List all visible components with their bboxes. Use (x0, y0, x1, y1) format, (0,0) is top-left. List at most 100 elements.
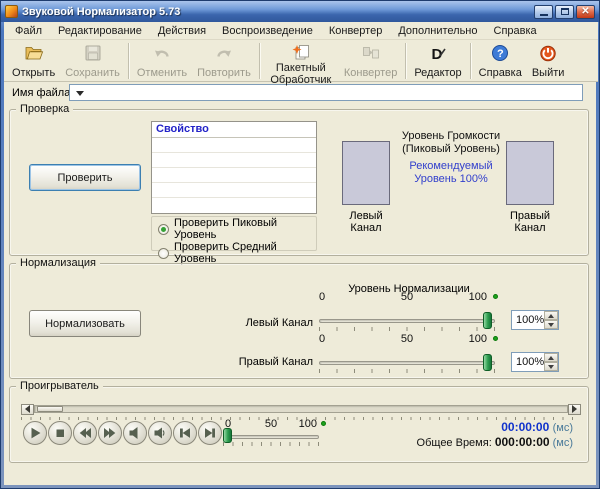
right-spin-up-button[interactable] (544, 353, 558, 362)
right-level-value[interactable]: 100% (512, 353, 544, 371)
total-time-unit: (мс) (552, 437, 573, 449)
toolbar-batch-processor-label: Пакетный Обработчик (270, 62, 332, 86)
stop-icon (56, 429, 64, 437)
play-button[interactable] (23, 421, 47, 445)
volume-slider-thumb[interactable] (223, 428, 232, 443)
check-button-label: Проверить (57, 171, 113, 184)
left-spin-up-button[interactable] (544, 311, 558, 320)
table-row[interactable] (152, 153, 316, 168)
volume-level-title: Уровень Громкости (Пиковый Уровень) (401, 130, 501, 155)
position-slider-thumb[interactable] (37, 406, 63, 412)
svg-text:?: ? (497, 48, 504, 60)
right-channel-meter (506, 141, 554, 205)
menu-converter[interactable]: Конвертер (321, 23, 390, 39)
left-spin-down-button[interactable] (544, 320, 558, 329)
toolbar-converter-button: Конвертер (339, 42, 402, 82)
right-level-slider-track[interactable] (319, 361, 495, 365)
scale-min: 0 (319, 333, 326, 345)
volume-up-button[interactable] (148, 421, 172, 445)
left-slider-scale: 0 50 100 (319, 291, 495, 303)
toolbar-help-button[interactable]: ? Справка (474, 42, 527, 82)
right-level-spinbox[interactable]: 100% (511, 352, 559, 372)
converter-icon (360, 43, 382, 63)
right-slider-ticks (319, 369, 496, 373)
rewind-icon (79, 427, 91, 439)
right-level-slider-thumb[interactable] (483, 354, 492, 371)
table-row[interactable] (152, 168, 316, 183)
seek-start-icon (180, 428, 190, 438)
toolbar-undo-label: Отменить (136, 67, 188, 80)
seek-start-button[interactable] (173, 421, 197, 445)
seek-end-button[interactable] (198, 421, 222, 445)
toolbar-open-button[interactable]: Открыть (7, 42, 60, 82)
close-button[interactable]: ✕ (576, 4, 595, 19)
scale-mid: 50 (264, 418, 278, 430)
scale-mid: 50 (400, 333, 414, 345)
help-icon: ? (489, 43, 511, 63)
filename-label: Имя файла: (12, 87, 74, 99)
forward-button[interactable] (98, 421, 122, 445)
position-slider-track[interactable] (34, 405, 568, 413)
rewind-button[interactable] (73, 421, 97, 445)
scale-max: 100 (468, 291, 487, 303)
current-time: 00:00:00 (мс) (501, 420, 573, 434)
left-level-slider-track[interactable] (319, 319, 495, 323)
position-left-arrow-button[interactable] (21, 403, 34, 415)
save-icon (82, 43, 104, 63)
radio-button-checked-icon (158, 223, 169, 235)
position-right-arrow-button[interactable] (568, 403, 581, 415)
scale-end-dot (493, 294, 498, 299)
toolbar-exit-button[interactable]: Выйти (527, 42, 570, 82)
dropdown-arrow-icon[interactable] (76, 91, 84, 100)
volume-slider-track[interactable] (223, 435, 319, 439)
left-level-slider-thumb[interactable] (483, 312, 492, 329)
table-row[interactable] (152, 183, 316, 198)
volume-down-button[interactable] (123, 421, 147, 445)
up-arrow-icon (548, 353, 555, 360)
right-spin-down-button[interactable] (544, 362, 558, 371)
total-time-value: 000:00:00 (494, 435, 550, 449)
left-arrow-icon (21, 405, 30, 413)
normalize-button-label: Нормализовать (45, 317, 125, 330)
normalize-right-channel-label: Правый Канал (238, 356, 313, 368)
left-level-spinbox[interactable]: 100% (511, 310, 559, 330)
left-level-value[interactable]: 100% (512, 311, 544, 329)
check-group-title: Проверка (16, 103, 74, 115)
menu-actions[interactable]: Действия (150, 23, 214, 39)
toolbar-redo-button: Повторить (192, 42, 256, 82)
volume-down-icon (129, 427, 138, 439)
toolbar-separator (258, 43, 260, 79)
batch-processor-icon (290, 43, 312, 63)
radio-mean-level[interactable]: Проверить Средний Уровень (158, 241, 316, 265)
normalization-group-title: Нормализация (16, 257, 100, 269)
toolbar-separator (469, 43, 471, 79)
menu-file[interactable]: Файл (7, 23, 50, 39)
stop-button[interactable] (48, 421, 72, 445)
scale-end-dot (493, 336, 498, 341)
check-button[interactable]: Проверить (29, 164, 141, 191)
menu-help[interactable]: Справка (486, 23, 545, 39)
toolbar-batch-processor-button[interactable]: Пакетный Обработчик (263, 42, 339, 85)
titlebar: Звуковой Нормализатор 5.73 ✕ (1, 1, 599, 22)
menu-edit[interactable]: Редактирование (50, 23, 150, 39)
radio-mean-label: Проверить Средний Уровень (174, 241, 277, 265)
toolbar-redo-label: Повторить (197, 67, 251, 80)
radio-button-icon (158, 247, 169, 259)
toolbar-undo-button: Отменить (132, 42, 192, 82)
maximize-button[interactable] (555, 4, 574, 19)
right-slider-scale: 0 50 100 (319, 333, 495, 345)
radio-peak-level[interactable]: Проверить Пиковый Уровень (158, 217, 316, 241)
property-table-header: Свойство (152, 122, 316, 138)
volume-level-caption: Уровень Громкости (Пиковый Уровень) Реко… (393, 130, 509, 186)
scale-mid: 50 (400, 291, 414, 303)
minimize-button[interactable] (534, 4, 553, 19)
filename-combobox[interactable] (69, 84, 583, 101)
table-row[interactable] (152, 198, 316, 213)
menu-playback[interactable]: Воспроизведение (214, 23, 321, 39)
toolbar-editor-button[interactable]: D Редактор (409, 42, 466, 82)
normalize-button[interactable]: Нормализовать (29, 310, 141, 337)
seek-end-icon (205, 428, 215, 438)
menu-extra[interactable]: Дополнительно (390, 23, 485, 39)
table-row[interactable] (152, 138, 316, 153)
app-window: Звуковой Нормализатор 5.73 ✕ Файл Редакт… (0, 0, 600, 489)
